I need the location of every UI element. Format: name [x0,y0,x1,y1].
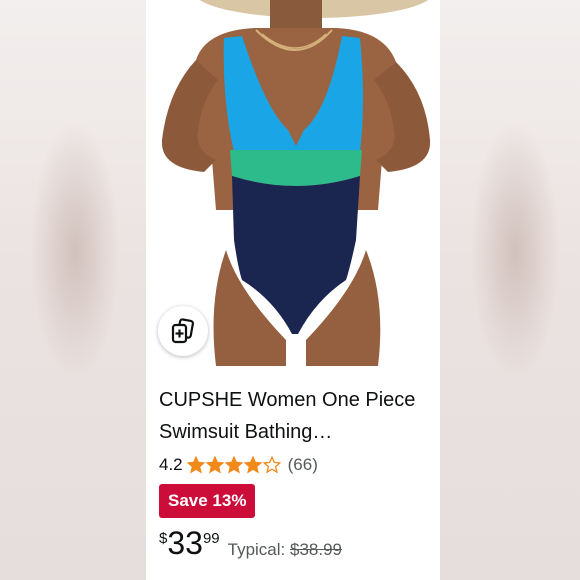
product-info: CUPSHE Women One Piece Swimsuit Bathing…… [159,384,430,566]
typical-price-value: $38.99 [290,540,342,559]
star-icon [243,456,262,474]
star-rating [186,456,282,474]
typical-label: Typical: [227,540,286,559]
star-icon [205,456,224,474]
review-count[interactable]: (66) [288,455,318,475]
product-title[interactable]: CUPSHE Women One Piece Swimsuit Bathing… [159,384,427,448]
similar-items-button[interactable] [158,306,208,356]
star-icon [186,456,205,474]
star-icon [224,456,243,474]
price-row: $ 33 99 Typical: $38.99 [159,526,430,566]
product-image[interactable] [146,0,440,366]
product-card[interactable]: CUPSHE Women One Piece Swimsuit Bathing…… [146,0,440,580]
price-fraction: 99 [202,530,220,547]
star-icon [262,456,281,474]
price: $ 33 99 [159,526,220,560]
background-blur-left [0,0,146,580]
similar-items-icon [168,316,198,346]
price-whole: 33 [167,525,203,561]
background-blur-right [434,0,580,580]
price-symbol: $ [159,530,168,547]
save-badge: Save 13% [159,484,256,518]
rating-value: 4.2 [159,455,183,474]
rating-row[interactable]: 4.2 (66) [159,454,430,476]
typical-price: Typical: $38.99 [228,540,342,560]
